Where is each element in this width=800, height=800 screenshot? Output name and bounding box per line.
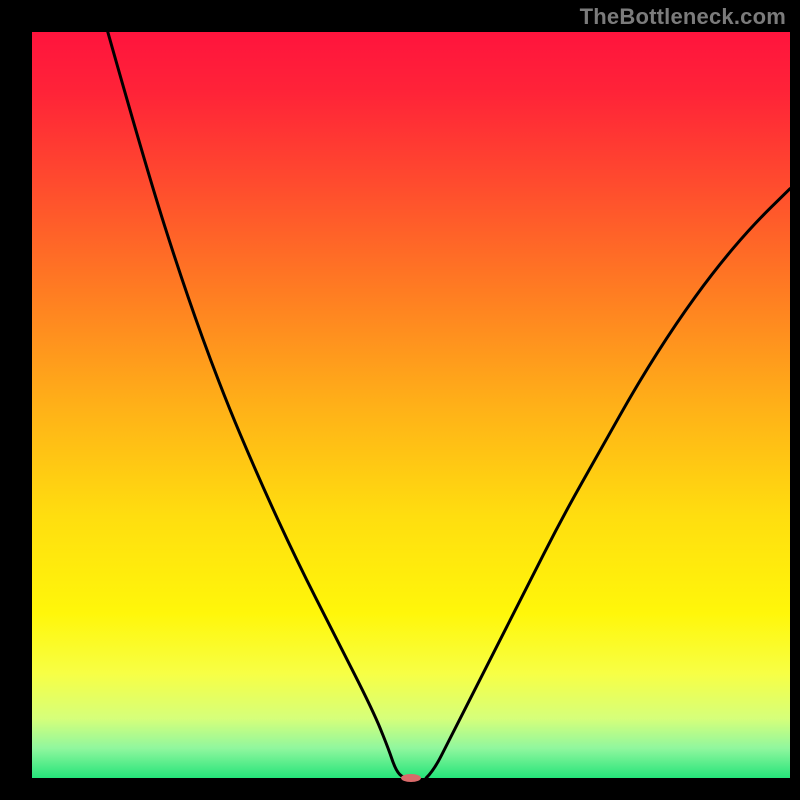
plot-background: [32, 32, 790, 778]
watermark-label: TheBottleneck.com: [580, 4, 786, 30]
bottleneck-marker: [401, 774, 421, 782]
chart-frame: TheBottleneck.com: [0, 0, 800, 800]
bottleneck-chart: [0, 0, 800, 800]
